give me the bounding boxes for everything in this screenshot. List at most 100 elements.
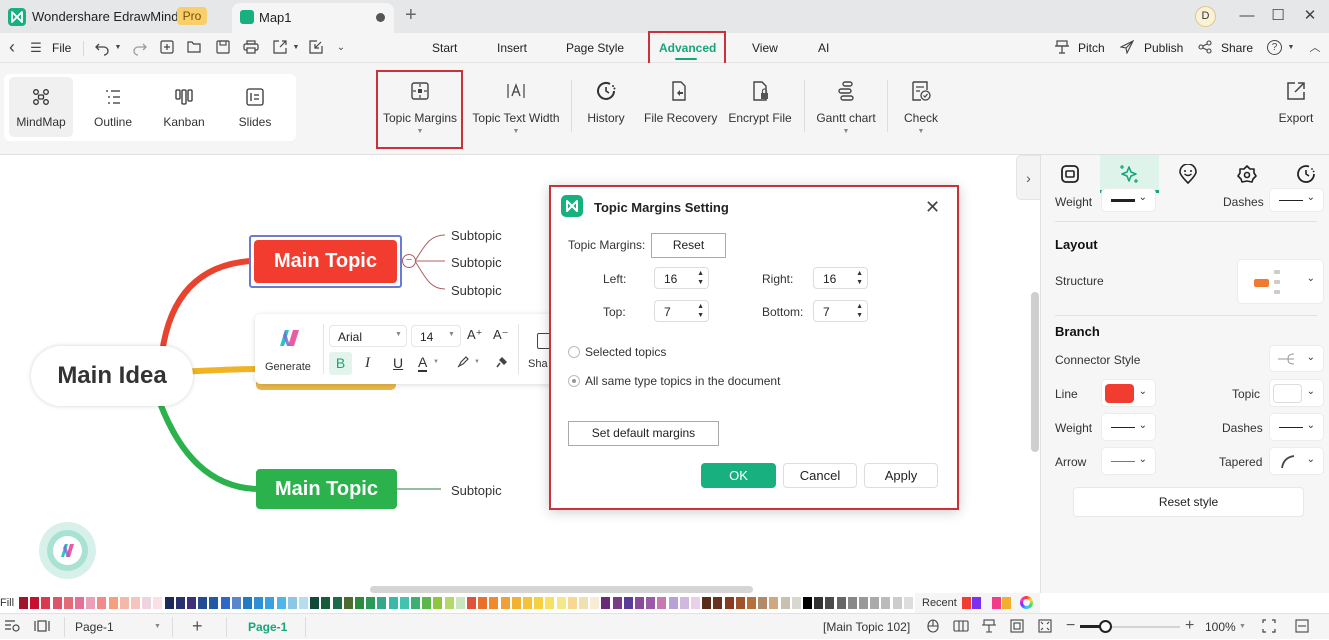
history-button[interactable]: History — [583, 80, 629, 125]
color-swatch[interactable] — [377, 597, 387, 609]
all-same-type-radio[interactable] — [568, 375, 580, 387]
color-swatch[interactable] — [702, 597, 712, 609]
style-tab[interactable] — [1041, 155, 1100, 193]
undo-dropdown-icon[interactable]: ▼ — [110, 40, 126, 56]
color-swatch[interactable] — [265, 597, 275, 609]
color-swatch[interactable] — [444, 597, 454, 609]
color-swatch[interactable] — [187, 597, 196, 609]
color-swatch[interactable] — [825, 597, 835, 609]
fit-page-icon[interactable] — [1010, 619, 1026, 635]
structure-dropdown[interactable]: ⌄ — [1237, 259, 1324, 304]
color-swatch[interactable] — [321, 597, 331, 609]
color-swatch[interactable] — [635, 597, 644, 609]
mindmap-view-button[interactable]: MindMap — [9, 77, 73, 137]
selected-topics-radio[interactable] — [568, 346, 580, 358]
zoom-out-button[interactable]: − — [1066, 617, 1075, 635]
collapse-branch-icon[interactable]: − — [402, 254, 416, 268]
back-icon[interactable]: ‹ — [4, 38, 20, 56]
weight-dropdown[interactable]: ⌄ — [1101, 188, 1156, 212]
ai-assistant-button[interactable] — [39, 522, 96, 579]
encrypt-file-button[interactable]: Encrypt File — [728, 80, 792, 125]
check-button[interactable]: Check ▼ — [898, 80, 944, 135]
zoom-slider-handle[interactable] — [1099, 620, 1112, 633]
user-avatar[interactable]: D — [1195, 6, 1216, 27]
color-swatch[interactable] — [41, 597, 51, 609]
color-swatch[interactable] — [433, 597, 443, 609]
color-swatch[interactable] — [556, 597, 566, 609]
color-swatch[interactable] — [366, 597, 376, 609]
subtopic-node[interactable]: Subtopic — [451, 283, 502, 298]
apply-button[interactable]: Apply — [864, 463, 938, 488]
gantt-chart-button[interactable]: Gantt chart ▼ — [815, 80, 877, 135]
branch-weight-dropdown[interactable]: ⌄ — [1101, 413, 1156, 441]
color-swatch[interactable] — [590, 597, 600, 609]
color-swatch[interactable] — [220, 597, 230, 609]
color-swatch[interactable] — [612, 597, 622, 609]
subtopic-node[interactable]: Subtopic — [451, 228, 502, 243]
color-swatch[interactable] — [545, 597, 555, 609]
publish-button[interactable]: Publish — [1144, 41, 1183, 55]
color-swatch[interactable] — [780, 597, 790, 609]
highlight-icon[interactable] — [456, 355, 470, 369]
zoom-slider-track[interactable] — [1080, 620, 1180, 633]
share-button[interactable]: Share — [1221, 41, 1253, 55]
collapse-panel-button[interactable]: › — [1016, 155, 1040, 200]
color-swatch[interactable] — [455, 597, 465, 609]
all-same-type-label[interactable]: All same type topics in the document — [585, 374, 780, 388]
maximize-button[interactable]: ☐ — [1268, 6, 1288, 26]
ok-button[interactable]: OK — [701, 463, 776, 488]
generate-button[interactable]: Generate — [259, 320, 319, 378]
topic-color-dropdown[interactable]: ⌄ — [1269, 379, 1324, 407]
color-swatch[interactable] — [657, 597, 667, 609]
marker-tab[interactable] — [1159, 155, 1218, 193]
color-swatch[interactable] — [310, 597, 320, 609]
help-icon[interactable]: ? — [1267, 40, 1282, 55]
color-swatch[interactable] — [758, 597, 768, 609]
color-swatch[interactable] — [399, 597, 409, 609]
color-swatch[interactable] — [52, 597, 62, 609]
save-icon[interactable] — [216, 40, 232, 56]
book-view-icon[interactable] — [953, 619, 969, 635]
color-swatch[interactable] — [131, 597, 140, 609]
color-swatch[interactable] — [791, 597, 801, 609]
help-dropdown-icon[interactable]: ▼ — [1283, 40, 1299, 56]
italic-button[interactable]: I — [365, 355, 370, 372]
navigator-icon[interactable] — [4, 619, 20, 635]
color-swatch[interactable] — [859, 597, 868, 609]
color-swatch[interactable] — [276, 597, 286, 609]
color-swatch[interactable] — [646, 597, 656, 609]
color-swatch[interactable] — [153, 597, 163, 609]
font-color-dropdown-icon[interactable]: ▼ — [433, 359, 439, 365]
recent-color-swatch[interactable] — [1002, 597, 1011, 609]
bold-button[interactable]: B — [329, 352, 352, 375]
color-swatch[interactable] — [287, 597, 297, 609]
color-swatch[interactable] — [108, 597, 118, 609]
collapse-ribbon-icon[interactable]: ︿ — [1307, 40, 1323, 56]
color-swatch[interactable] — [30, 597, 40, 609]
color-swatch[interactable] — [467, 597, 476, 609]
color-swatch[interactable] — [254, 597, 264, 609]
color-swatch[interactable] — [623, 597, 633, 609]
color-swatch[interactable] — [209, 597, 219, 609]
spinner-arrows-icon[interactable]: ▲ ▼ — [856, 269, 863, 287]
subtopic-node[interactable]: Subtopic — [451, 483, 502, 498]
dashes-dropdown[interactable]: ⌄ — [1269, 188, 1324, 212]
presentation-icon[interactable] — [982, 619, 998, 635]
fullscreen-icon[interactable] — [1262, 619, 1278, 635]
tapered-dropdown[interactable]: ⌄ — [1269, 447, 1324, 475]
arrow-dropdown[interactable]: ⌄ — [1101, 447, 1156, 475]
color-swatch[interactable] — [836, 597, 846, 609]
color-swatch[interactable] — [803, 597, 812, 609]
export-dropdown-icon[interactable]: ▼ — [288, 40, 304, 56]
right-margin-input[interactable]: 16 ▲ ▼ — [813, 267, 868, 289]
recent-color-swatch[interactable] — [962, 597, 971, 609]
file-recovery-button[interactable]: File Recovery — [644, 80, 717, 125]
font-size-select[interactable]: 14 ▼ — [411, 325, 461, 347]
color-swatch[interactable] — [579, 597, 588, 609]
main-topic-node[interactable]: Main Topic — [254, 240, 397, 283]
mouse-mode-icon[interactable] — [926, 619, 942, 635]
unsaved-dot-icon[interactable] — [376, 13, 385, 22]
color-swatch[interactable] — [769, 597, 779, 609]
cancel-button[interactable]: Cancel — [783, 463, 857, 488]
hamburger-menu-icon[interactable]: ☰ — [28, 40, 44, 56]
